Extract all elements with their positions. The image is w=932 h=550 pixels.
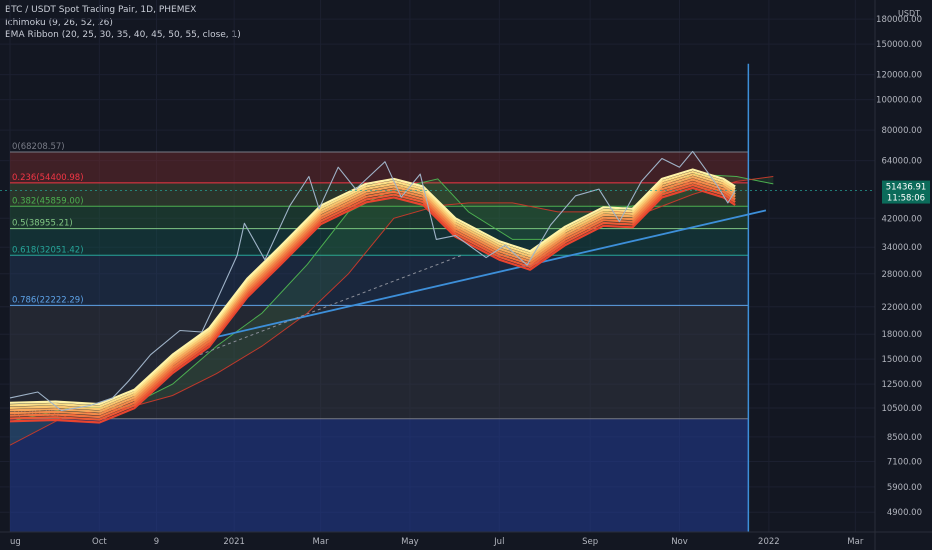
price-tick-label: 12500.00 bbox=[881, 380, 922, 390]
countdown-timer: 11:58:06 bbox=[887, 194, 925, 204]
time-tick-label: 2022 bbox=[758, 537, 780, 547]
price-tick-label: 7100.00 bbox=[887, 457, 922, 467]
price-tick-label: 15000.00 bbox=[881, 355, 922, 365]
fib-level-label: 0(68208.57) bbox=[12, 142, 65, 152]
time-axis: ug Oct 9 2021 Mar May Jul Sep Nov 2022 Mar bbox=[0, 531, 932, 547]
fib-band bbox=[10, 418, 749, 532]
time-tick-label: May bbox=[401, 537, 419, 547]
price-tick-label: 4900.00 bbox=[887, 508, 922, 518]
price-tick-label: 64000.00 bbox=[881, 157, 922, 167]
fib-level-label: 0.618(32051.42) bbox=[12, 245, 84, 255]
price-tick-label: 34000.00 bbox=[881, 243, 922, 253]
time-tick-label: Mar bbox=[313, 537, 330, 547]
price-tick-label: 80000.00 bbox=[881, 126, 922, 136]
price-tick-label: 22000.00 bbox=[881, 303, 922, 313]
time-tick-label: Nov bbox=[671, 537, 688, 547]
price-chart[interactable]: 0(68208.57) 0.236(54400.98) 0.382(45859.00… bbox=[0, 0, 932, 550]
price-tick-label: 100000.00 bbox=[876, 96, 922, 106]
price-tick-label: 5900.00 bbox=[887, 483, 922, 493]
current-price-value: 51436.91 bbox=[886, 183, 927, 193]
time-tick-label: Jul bbox=[493, 537, 504, 547]
fib-level-label: 0.236(54400.98) bbox=[12, 173, 84, 183]
time-tick-label: 9 bbox=[154, 537, 159, 547]
time-tick-label: Oct bbox=[92, 537, 107, 547]
price-tick-label: 180000.00 bbox=[876, 15, 922, 25]
price-tick-label: 28000.00 bbox=[881, 270, 922, 280]
price-tick-label: 18000.00 bbox=[881, 330, 922, 340]
fib-band bbox=[10, 255, 749, 306]
price-tick-label: 120000.00 bbox=[876, 71, 922, 81]
fib-level-label: 0.5(38955.21) bbox=[12, 219, 73, 229]
time-tick-label: Mar bbox=[847, 537, 864, 547]
fib-level-label: 0.382(45859.00) bbox=[12, 196, 84, 206]
price-tick-label: 42000.00 bbox=[881, 214, 922, 224]
fib-level-label: 0.786(22222.29) bbox=[12, 295, 84, 305]
time-tick-label: ug bbox=[10, 537, 21, 547]
time-tick-label: 2021 bbox=[223, 537, 245, 547]
price-tick-label: 10500.00 bbox=[881, 404, 922, 414]
price-axis: 220000.00180000.00150000.00120000.001000… bbox=[874, 0, 930, 550]
price-tick-label: 150000.00 bbox=[876, 40, 922, 50]
time-tick-label: Sep bbox=[582, 537, 598, 547]
price-tick-label: 8500.00 bbox=[887, 433, 922, 443]
